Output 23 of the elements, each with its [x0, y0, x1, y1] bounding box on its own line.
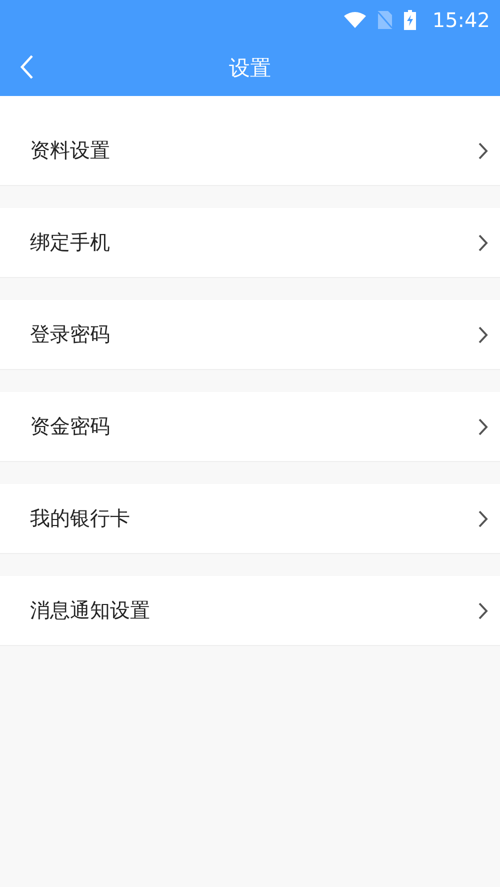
row-label: 消息通知设置: [30, 597, 150, 624]
chevron-right-icon: [478, 234, 488, 252]
wifi-icon: [344, 12, 366, 28]
settings-row[interactable]: 绑定手机: [0, 208, 500, 278]
row-label: 资金密码: [30, 413, 110, 440]
no-sim-icon: [378, 11, 392, 29]
chevron-right-icon: [478, 602, 488, 620]
row-label: 我的银行卡: [30, 505, 130, 532]
settings-row[interactable]: 登录密码: [0, 300, 500, 370]
row-label: 登录密码: [30, 321, 110, 348]
chevron-right-icon: [478, 142, 488, 160]
battery-charging-icon: [404, 10, 416, 30]
row-label: 绑定手机: [30, 229, 110, 256]
chevron-right-icon: [478, 326, 488, 344]
clock-time: 15:42: [432, 8, 490, 32]
screen-title: 设置: [229, 55, 271, 82]
settings-row[interactable]: 消息通知设置: [0, 576, 500, 646]
settings-row[interactable]: 我的银行卡: [0, 484, 500, 554]
settings-row[interactable]: 资金密码: [0, 392, 500, 462]
chevron-right-icon: [478, 510, 488, 528]
row-label: 资料设置: [30, 137, 110, 164]
chevron-right-icon: [478, 418, 488, 436]
settings-row[interactable]: 资料设置: [0, 96, 500, 186]
